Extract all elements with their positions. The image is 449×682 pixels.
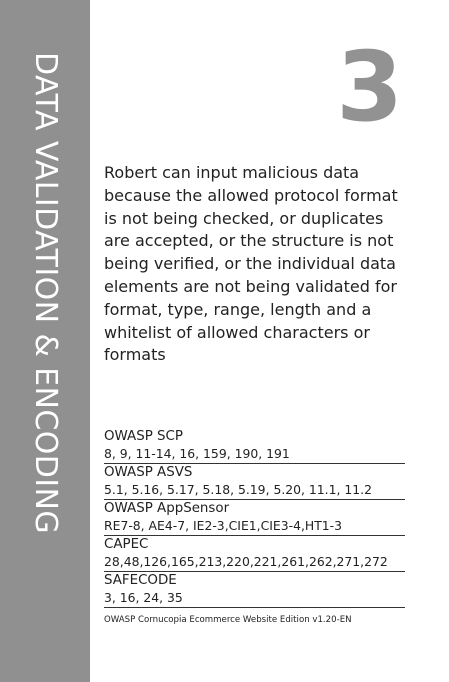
- reference-values: RE7-8, AE4-7, IE2-3,CIE1,CIE3-4,HT1-3: [104, 518, 405, 536]
- reference-title: SAFECODE: [104, 573, 177, 588]
- reference-values: 28,48,126,165,213,220,221,261,262,271,27…: [104, 554, 405, 572]
- reference-title: OWASP ASVS: [104, 465, 193, 480]
- reference-title: OWASP SCP: [104, 429, 183, 444]
- cornucopia-card: DATA VALIDATION & ENCODING 3 Robert can …: [0, 0, 449, 682]
- reference-values: 3, 16, 24, 35: [104, 590, 405, 608]
- reference-values: 8, 9, 11-14, 16, 159, 190, 191: [104, 446, 405, 464]
- reference-owasp-asvs: OWASP ASVS 5.1, 5.16, 5.17, 5.18, 5.19, …: [104, 464, 405, 500]
- reference-owasp-appsensor: OWASP AppSensor RE7-8, AE4-7, IE2-3,CIE1…: [104, 500, 405, 536]
- reference-safecode: SAFECODE 3, 16, 24, 35: [104, 572, 405, 608]
- card-description: Robert can input malicious data because …: [104, 163, 398, 365]
- edition-footer: OWASP Cornucopia Ecommerce Website Editi…: [104, 615, 352, 625]
- reference-list: OWASP SCP 8, 9, 11-14, 16, 159, 190, 191…: [104, 428, 405, 626]
- category-title: DATA VALIDATION & ENCODING: [28, 52, 63, 534]
- reference-owasp-scp: OWASP SCP 8, 9, 11-14, 16, 159, 190, 191: [104, 428, 405, 464]
- category-sidebar: DATA VALIDATION & ENCODING: [0, 0, 90, 682]
- reference-title: OWASP AppSensor: [104, 501, 230, 516]
- reference-capec: CAPEC 28,48,126,165,213,220,221,261,262,…: [104, 536, 405, 572]
- reference-title: CAPEC: [104, 537, 149, 552]
- reference-values: 5.1, 5.16, 5.17, 5.18, 5.19, 5.20, 11.1,…: [104, 482, 405, 500]
- card-number: 3: [336, 31, 403, 143]
